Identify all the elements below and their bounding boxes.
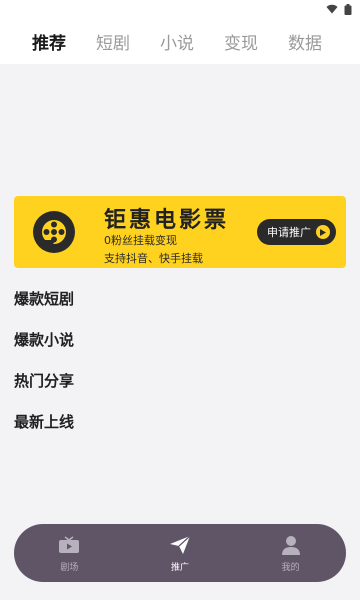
main-content: 钜惠电影票 0粉丝挂载变现 支持抖音、快手挂载 申请推广 爆款短剧 爆款小说 热…	[0, 64, 360, 600]
section-hot-dramas[interactable]: 爆款短剧	[14, 288, 74, 309]
tv-icon	[58, 534, 80, 556]
banner-subtitle-1: 0粉丝挂载变现	[104, 234, 177, 247]
top-tabs: 推荐 短剧 小说 变现 数据	[0, 18, 360, 64]
nav-promote-label: 推广	[170, 562, 189, 573]
play-icon	[316, 225, 330, 239]
tab-recommend[interactable]: 推荐	[32, 29, 66, 54]
nav-promote[interactable]: 推广	[140, 524, 220, 582]
tab-short-drama[interactable]: 短剧	[96, 29, 130, 54]
film-reel-icon	[33, 211, 75, 253]
wifi-icon	[326, 4, 338, 14]
section-hot-novels[interactable]: 爆款小说	[14, 329, 74, 350]
banner-title: 钜惠电影票	[104, 208, 230, 233]
banner-subtitle-2: 支持抖音、快手挂载	[104, 252, 203, 265]
tab-data[interactable]: 数据	[288, 29, 322, 54]
nav-theater-label: 剧场	[60, 562, 79, 573]
apply-promotion-button[interactable]: 申请推广	[257, 219, 336, 245]
tab-novel[interactable]: 小说	[160, 29, 194, 54]
bottom-nav: 剧场 推广 我的	[14, 524, 346, 582]
nav-mine-label: 我的	[281, 562, 300, 573]
nav-mine[interactable]: 我的	[251, 524, 331, 582]
apply-promotion-label: 申请推广	[267, 226, 311, 239]
tab-monetize[interactable]: 变现	[224, 29, 258, 54]
user-icon	[280, 534, 302, 556]
nav-theater[interactable]: 剧场	[29, 524, 109, 582]
status-bar	[0, 0, 360, 18]
battery-icon	[344, 3, 352, 15]
paper-plane-icon	[169, 534, 191, 556]
movie-ticket-banner[interactable]: 钜惠电影票 0粉丝挂载变现 支持抖音、快手挂载 申请推广	[14, 196, 346, 268]
section-popular-shares[interactable]: 热门分享	[14, 370, 74, 391]
section-new-releases[interactable]: 最新上线	[14, 411, 74, 432]
